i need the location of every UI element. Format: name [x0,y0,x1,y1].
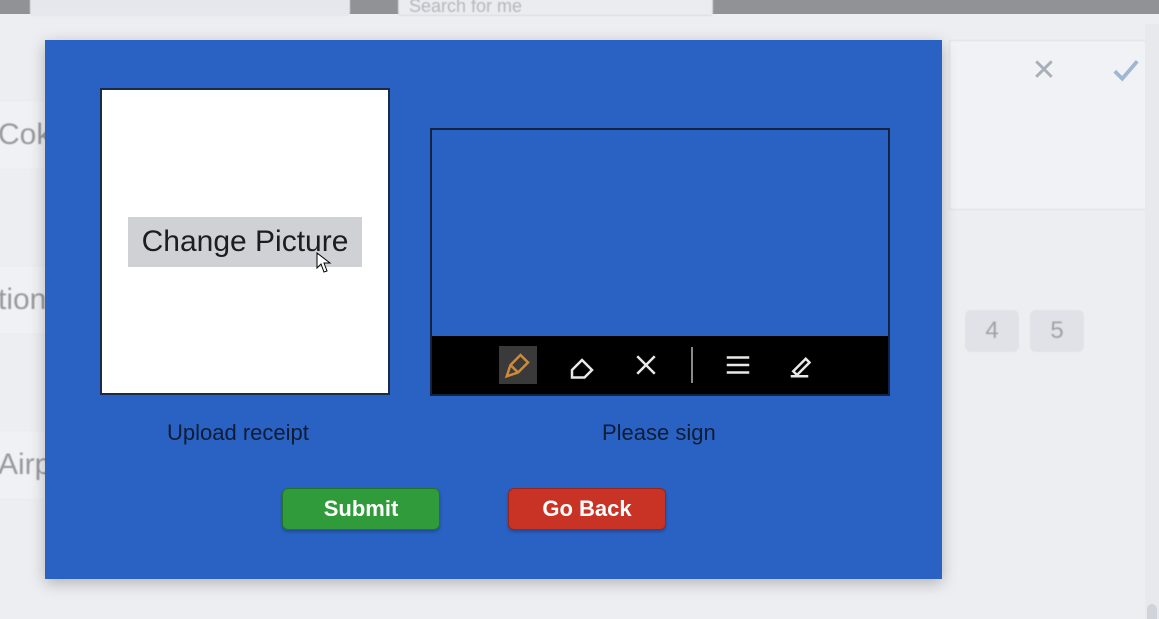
receipt-upload-box: Change Picture [100,88,390,395]
handwrite-icon[interactable] [783,346,821,384]
ink-toolbar [432,336,888,394]
toolbar-divider [691,347,693,383]
submit-button[interactable]: Submit [282,488,440,530]
signature-box [430,128,890,396]
pen-icon[interactable] [499,346,537,384]
go-back-button[interactable]: Go Back [508,488,666,530]
upload-sign-dialog: Change Picture Upload recei [45,40,942,579]
signature-canvas[interactable] [432,130,888,336]
change-picture-button[interactable]: Change Picture [128,217,363,267]
sign-caption: Please sign [602,420,716,446]
upload-caption: Upload receipt [167,420,309,446]
line-weight-icon[interactable] [719,346,757,384]
eraser-icon[interactable] [563,346,601,384]
clear-icon[interactable] [627,346,665,384]
